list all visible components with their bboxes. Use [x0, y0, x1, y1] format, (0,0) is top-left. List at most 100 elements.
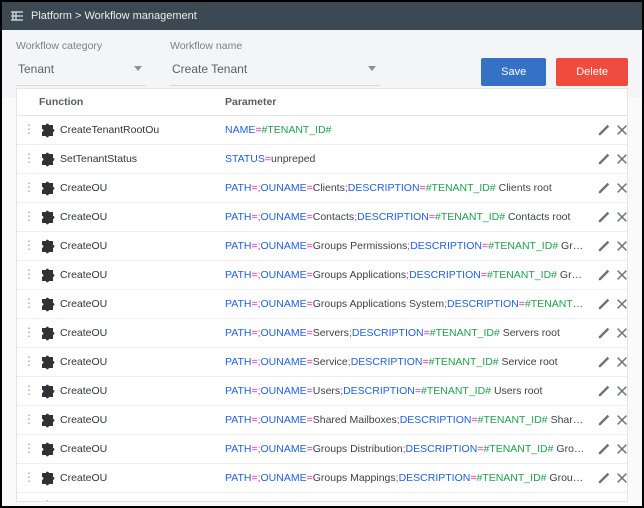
close-icon[interactable]: [615, 268, 621, 282]
menu-icon[interactable]: [10, 10, 24, 22]
puzzle-icon: [39, 441, 55, 457]
table-row: CreateTenantRootOu NAME=#TENANT_ID#: [17, 116, 627, 145]
parameter-cell: PATH=;OUNAME=Clients;DESCRIPTION=#TENANT…: [219, 174, 591, 203]
table-row: CreateOUPATH=;OUNAME=Groups Mappings;DES…: [17, 464, 627, 493]
puzzle-icon: [39, 412, 55, 428]
puzzle-icon: [39, 122, 55, 138]
function-name: CreateOU: [60, 298, 107, 310]
table-row: CreateOUPATH=;OUNAME=Users;DESCRIPTION=#…: [17, 377, 627, 406]
puzzle-icon: [39, 180, 55, 196]
parameter-cell: PATH=;OUNAME=Service;DESCRIPTION=#TENANT…: [219, 348, 591, 377]
edit-icon[interactable]: [597, 471, 603, 485]
close-icon[interactable]: [615, 123, 621, 137]
puzzle-icon: [39, 267, 55, 283]
edit-icon[interactable]: [597, 268, 603, 282]
table-row: CreateOU PATH=;OUNAME=Service;DESCRIPTION…: [17, 348, 627, 377]
puzzle-icon: [39, 383, 55, 399]
drag-handle-icon[interactable]: [23, 387, 33, 393]
edit-icon[interactable]: [597, 152, 603, 166]
workflow-name-select[interactable]: Create Tenant: [170, 58, 380, 86]
drag-handle-icon[interactable]: [23, 184, 33, 190]
close-icon[interactable]: [615, 500, 621, 502]
table-header-row: Function Parameter: [17, 89, 627, 116]
close-icon[interactable]: [615, 239, 621, 253]
breadcrumb: Platform > Workflow management: [31, 10, 197, 22]
col-header-function[interactable]: Function: [33, 89, 219, 116]
function-name: CreateOU: [60, 327, 107, 339]
drag-handle-icon[interactable]: [23, 474, 33, 480]
edit-icon[interactable]: [597, 239, 603, 253]
table-row: CreateOU PATH=;OUNAME=Contacts;DESCRIPTIO…: [17, 203, 627, 232]
chevron-down-icon: [134, 66, 142, 71]
edit-icon[interactable]: [597, 123, 603, 137]
function-name: SetTenantStatus: [60, 153, 137, 165]
workflow-name-label: Workflow name: [170, 40, 380, 52]
app-header: Platform > Workflow management: [2, 2, 642, 30]
close-icon[interactable]: [615, 326, 621, 340]
close-icon[interactable]: [615, 152, 621, 166]
edit-icon[interactable]: [597, 210, 603, 224]
workflow-steps-table: Function Parameter CreateTenantRootOu NAM…: [16, 88, 628, 502]
function-name: CreateOU: [60, 269, 107, 281]
close-icon[interactable]: [615, 297, 621, 311]
table-row: CreateOUPATH=;OUNAME=Clients;DESCRIPTION…: [17, 174, 627, 203]
table-row: CreateOU PATH=;OUNAME=Groups Applications…: [17, 261, 627, 290]
edit-icon[interactable]: [597, 413, 603, 427]
table-row: CreateOU PATH=;OUNAME=Groups Applications…: [17, 290, 627, 319]
edit-icon[interactable]: [597, 326, 603, 340]
edit-icon[interactable]: [597, 500, 603, 502]
drag-handle-icon[interactable]: [23, 271, 33, 277]
workflow-category-select[interactable]: Tenant: [16, 58, 146, 86]
puzzle-icon: [39, 325, 55, 341]
parameter-cell: PATH=;OUNAME=Groups Applications;DESCRIP…: [219, 261, 591, 290]
drag-handle-icon[interactable]: [23, 300, 33, 306]
save-button[interactable]: Save: [481, 58, 546, 86]
close-icon[interactable]: [615, 181, 621, 195]
drag-handle-icon[interactable]: [23, 155, 33, 161]
delete-button[interactable]: Delete: [556, 58, 628, 86]
workflow-name-value: Create Tenant: [172, 62, 247, 76]
function-name: CreateTenantRootOu: [60, 124, 159, 136]
parameter-cell: PATH=;OUNAME=Servers;DESCRIPTION=#TENANT…: [219, 319, 591, 348]
drag-handle-icon[interactable]: [23, 358, 33, 364]
parameter-cell: PATH=;OUNAME=Contacts;DESCRIPTION=#TENAN…: [219, 203, 591, 232]
parameter-cell: PATH=;OUNAME=Shared Mailboxes;DESCRIPTIO…: [219, 406, 591, 435]
col-header-parameter[interactable]: Parameter: [219, 89, 591, 116]
edit-icon[interactable]: [597, 442, 603, 456]
function-name: CreateOU: [60, 240, 107, 252]
parameter-cell: PATH=;OUNAME=Groups Distribution;DESCRIP…: [219, 435, 591, 464]
function-name: CreateOU: [60, 472, 107, 484]
edit-icon[interactable]: [597, 384, 603, 398]
close-icon[interactable]: [615, 413, 621, 427]
close-icon[interactable]: [615, 210, 621, 224]
drag-handle-icon[interactable]: [23, 445, 33, 451]
function-name: CreateOU: [60, 211, 107, 223]
edit-icon[interactable]: [597, 355, 603, 369]
function-name: CreateOU: [60, 414, 107, 426]
parameter-cell: NAME=#TENANT_ID#: [219, 116, 591, 145]
function-name: CreateOU: [60, 356, 107, 368]
close-icon[interactable]: [615, 442, 621, 456]
drag-handle-icon[interactable]: [23, 213, 33, 219]
function-name: CreateOU: [60, 385, 107, 397]
parameter-cell: STATUS=unpreped: [219, 145, 591, 174]
close-icon[interactable]: [615, 384, 621, 398]
close-icon[interactable]: [615, 355, 621, 369]
puzzle-icon: [39, 209, 55, 225]
function-name: CreateOU: [60, 443, 107, 455]
drag-handle-icon[interactable]: [23, 329, 33, 335]
drag-handle-icon[interactable]: [23, 126, 33, 132]
table-row: CreateOU PATH=;OUNAME=Shared Mailboxes;DE…: [17, 406, 627, 435]
table-row: CreateOUPATH=;OUNAME=Groups Permissions;…: [17, 232, 627, 261]
close-icon[interactable]: [615, 471, 621, 485]
edit-icon[interactable]: [597, 181, 603, 195]
function-name: CreateOU: [60, 501, 107, 502]
puzzle-icon: [39, 238, 55, 254]
drag-handle-icon[interactable]: [23, 416, 33, 422]
puzzle-icon: [39, 470, 55, 486]
drag-handle-icon[interactable]: [23, 242, 33, 248]
edit-icon[interactable]: [597, 297, 603, 311]
puzzle-icon: [39, 296, 55, 312]
puzzle-icon: [39, 354, 55, 370]
parameter-cell: PATH=;OUNAME=Groups Applications System;…: [219, 290, 591, 319]
